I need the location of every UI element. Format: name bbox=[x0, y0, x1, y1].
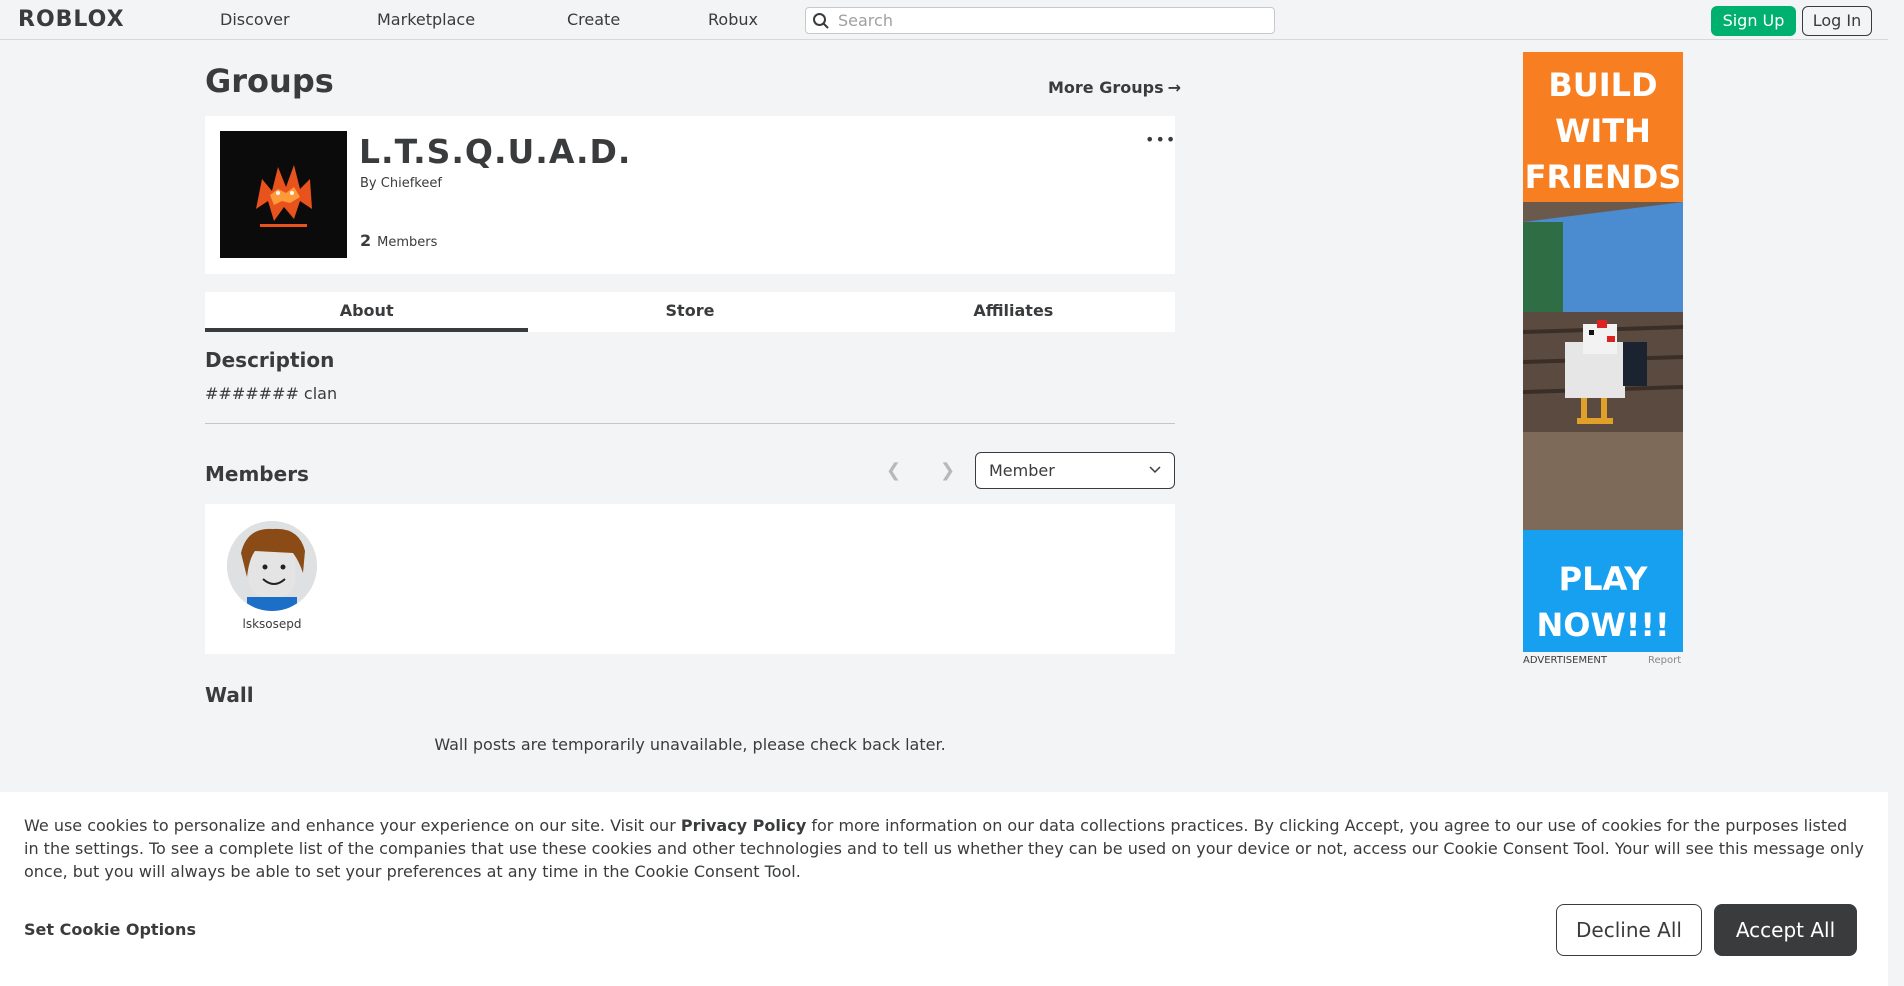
group-member-count: 2 Members bbox=[360, 231, 437, 250]
ad-bottom-panel: PLAY NOW!!! bbox=[1523, 530, 1683, 652]
nav-marketplace[interactable]: Marketplace bbox=[377, 10, 475, 29]
members-list: lsksosepd bbox=[205, 504, 1175, 654]
cookie-consent-banner: We use cookies to personalize and enhanc… bbox=[0, 792, 1888, 986]
group-tabs: About Store Affiliates bbox=[205, 292, 1175, 332]
ad-headline-line: WITH bbox=[1555, 112, 1651, 150]
ad-report-link[interactable]: Report bbox=[1648, 655, 1681, 666]
decline-all-button[interactable]: Decline All bbox=[1556, 904, 1702, 956]
search-box[interactable] bbox=[805, 7, 1275, 34]
wolf-emblem-icon bbox=[220, 131, 347, 258]
accept-all-button[interactable]: Accept All bbox=[1714, 904, 1857, 956]
privacy-policy-link[interactable]: Privacy Policy bbox=[681, 816, 806, 835]
more-options-icon[interactable]: ••• bbox=[1145, 130, 1176, 149]
group-header-card: L.T.S.Q.U.A.D. By Chiefkeef 2 Members ••• bbox=[205, 116, 1175, 274]
page-title: Groups bbox=[205, 62, 334, 100]
search-input[interactable] bbox=[838, 10, 1258, 31]
chicken-scene-icon bbox=[1523, 202, 1683, 532]
members-title: Members bbox=[205, 462, 309, 486]
member-card[interactable]: lsksosepd bbox=[226, 521, 318, 631]
group-owner: By Chiefkeef bbox=[360, 176, 442, 191]
cookie-notice-text: We use cookies to personalize and enhanc… bbox=[24, 814, 1864, 883]
description-title: Description bbox=[205, 348, 335, 372]
sign-up-button[interactable]: Sign Up bbox=[1711, 6, 1796, 36]
arrow-right-icon: → bbox=[1167, 78, 1182, 97]
cookie-text-before: We use cookies to personalize and enhanc… bbox=[24, 816, 681, 835]
ad-call-to-action: PLAY NOW!!! bbox=[1523, 556, 1683, 648]
section-divider bbox=[205, 423, 1175, 424]
search-icon bbox=[813, 13, 829, 29]
ad-headline-line: FRIENDS bbox=[1524, 158, 1682, 196]
wall-unavailable-message: Wall posts are temporarily unavailable, … bbox=[434, 735, 946, 754]
ad-headline-line: BUILD bbox=[1548, 66, 1658, 104]
group-owner-link[interactable]: Chiefkeef bbox=[381, 176, 442, 191]
tab-affiliates[interactable]: Affiliates bbox=[852, 292, 1175, 332]
chevron-down-icon bbox=[1149, 466, 1161, 474]
tab-about[interactable]: About bbox=[205, 292, 529, 332]
set-cookie-options-link[interactable]: Set Cookie Options bbox=[24, 920, 196, 939]
roblox-logo[interactable]: ROBLOX bbox=[18, 7, 125, 32]
page-scrollbar[interactable] bbox=[1888, 0, 1904, 986]
tab-store[interactable]: Store bbox=[528, 292, 851, 332]
ad-scene-image bbox=[1523, 202, 1683, 532]
chevron-left-icon[interactable]: ❮ bbox=[886, 460, 901, 481]
ad-headline: BUILD WITH FRIENDS bbox=[1523, 62, 1683, 200]
group-emblem-image bbox=[220, 131, 347, 258]
member-count-label: Members bbox=[377, 235, 438, 250]
nav-robux[interactable]: Robux bbox=[708, 10, 758, 29]
group-owner-prefix: By bbox=[360, 176, 377, 191]
more-groups-link[interactable]: More Groups → bbox=[1048, 78, 1181, 97]
chevron-right-icon[interactable]: ❯ bbox=[940, 460, 955, 481]
wall-title: Wall bbox=[205, 683, 254, 707]
role-select-value: Member bbox=[989, 461, 1055, 480]
more-groups-label: More Groups bbox=[1048, 78, 1164, 97]
avatar[interactable] bbox=[227, 521, 317, 611]
advertisement-banner[interactable]: BUILD WITH FRIENDS PLAY NOW!!! bbox=[1523, 52, 1683, 652]
nav-discover[interactable]: Discover bbox=[220, 10, 290, 29]
log-in-button[interactable]: Log In bbox=[1802, 6, 1872, 36]
role-select-dropdown[interactable]: Member bbox=[975, 452, 1175, 489]
member-username[interactable]: lsksosepd bbox=[226, 617, 318, 631]
top-navigation-bar: ROBLOX Discover Marketplace Create Robux… bbox=[0, 0, 1904, 40]
nav-create[interactable]: Create bbox=[567, 10, 620, 29]
member-count-value: 2 bbox=[360, 231, 372, 250]
description-text: ####### clan bbox=[205, 384, 338, 403]
ad-cta-line: PLAY bbox=[1558, 560, 1648, 598]
avatar-headshot-icon bbox=[227, 521, 317, 611]
ad-label: ADVERTISEMENT bbox=[1523, 655, 1608, 666]
group-name: L.T.S.Q.U.A.D. bbox=[359, 132, 632, 171]
ad-top-panel: BUILD WITH FRIENDS bbox=[1523, 52, 1683, 222]
ad-cta-line: NOW!!! bbox=[1536, 606, 1670, 644]
